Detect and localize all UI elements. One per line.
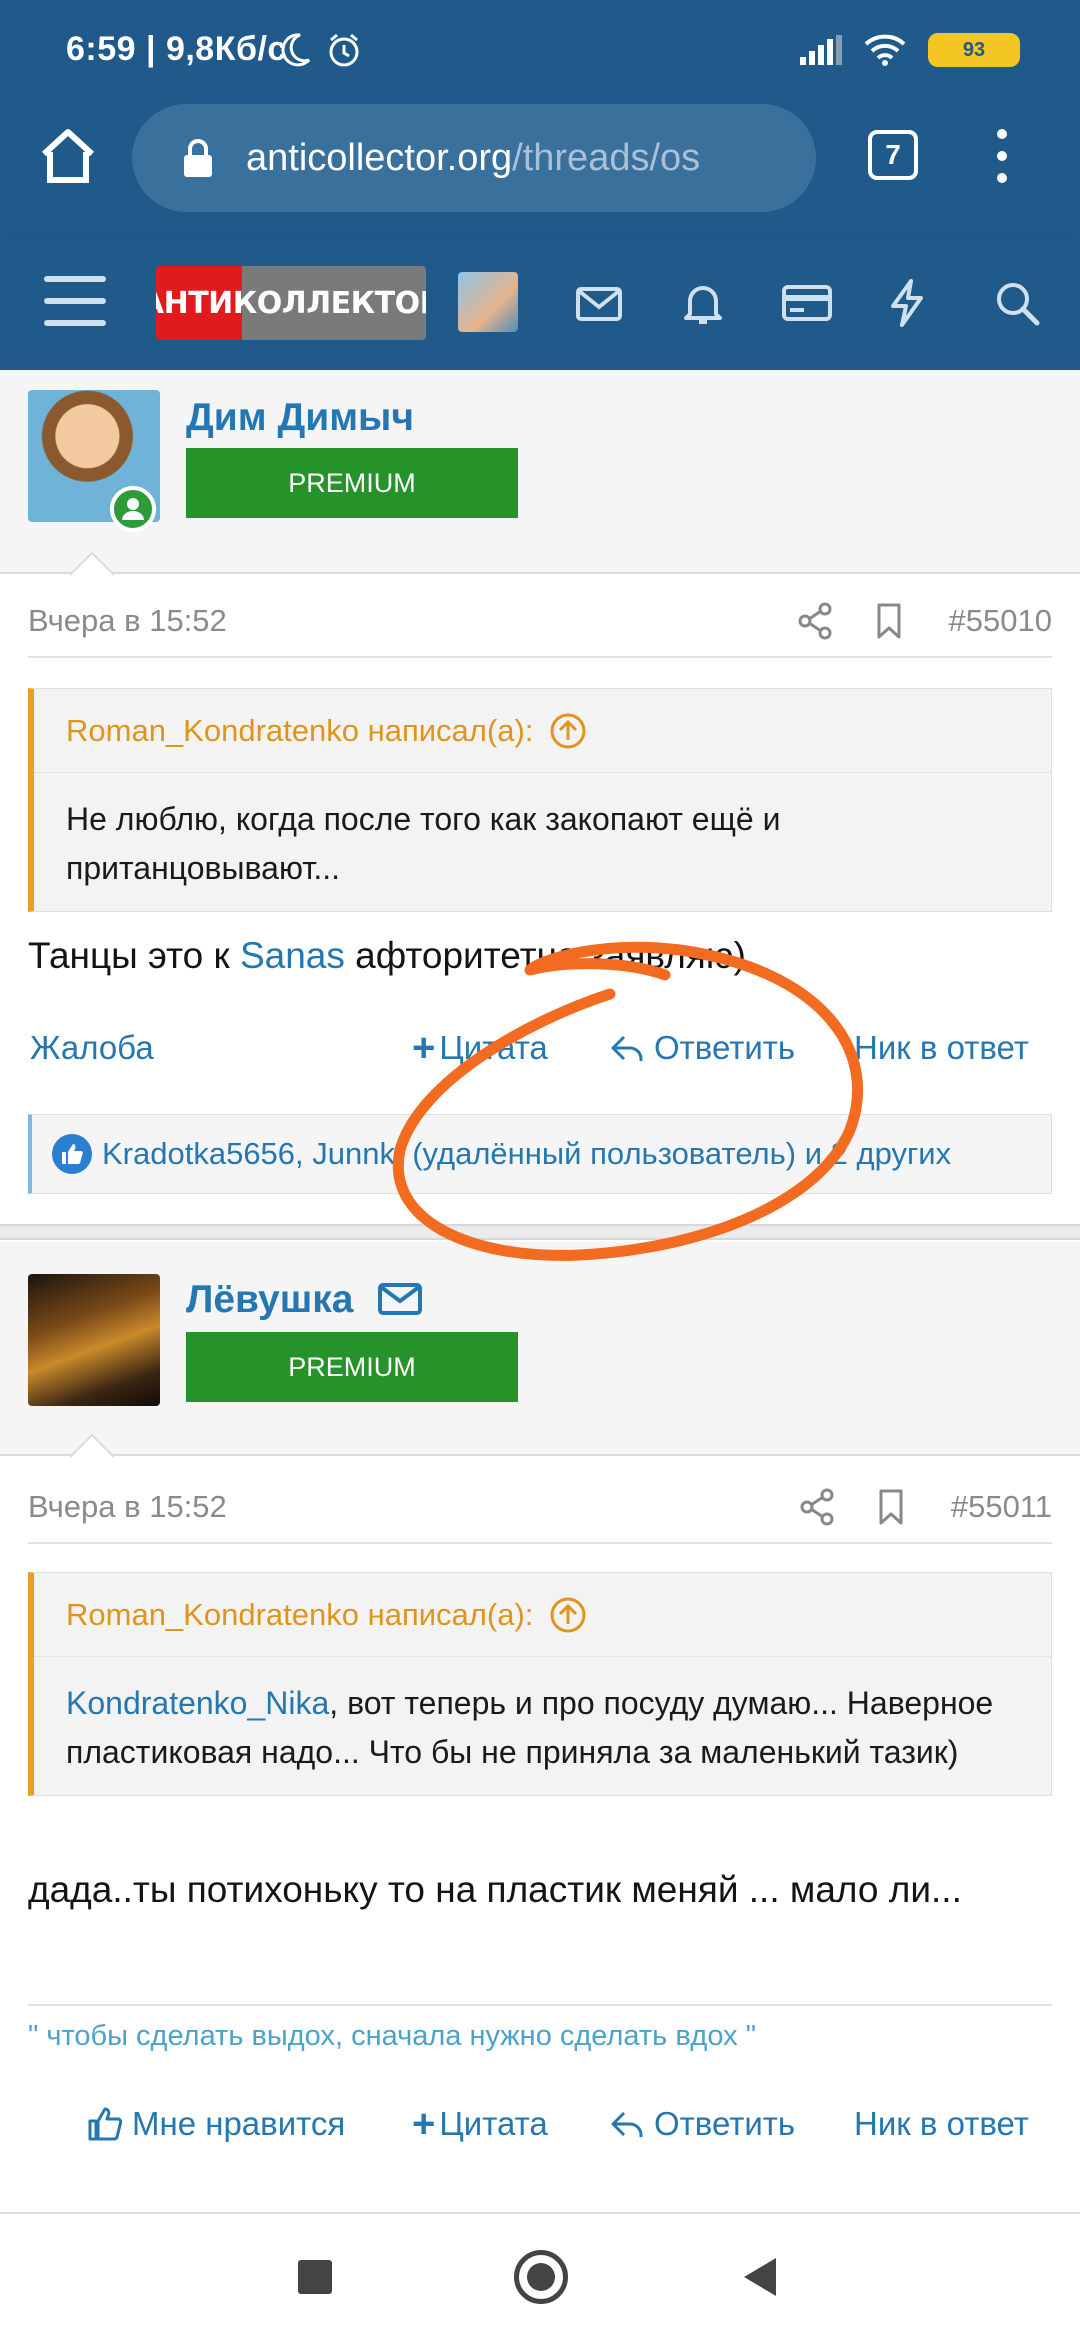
post-text-end: афторитетно заявляю) [344, 935, 746, 976]
bookmark-icon[interactable] [869, 601, 909, 641]
post-user-block: Дим Димыч PREMIUM [0, 370, 1080, 574]
browser-toolbar: anticollector.org/threads/os 7 [0, 100, 1080, 234]
bell-icon[interactable] [676, 276, 730, 330]
post-actions: Мне нравится + Цитата Ответить Ник в отве… [28, 2094, 1052, 2154]
premium-badge: PREMIUM [186, 448, 518, 518]
home-icon[interactable] [36, 124, 100, 188]
post-meta: Вчера в 15:52 #55010 [28, 586, 1052, 658]
lightning-icon[interactable] [880, 276, 934, 330]
like-label: Мне нравится [132, 2105, 346, 2142]
post-number[interactable]: #55011 [951, 1489, 1052, 1525]
signature: " чтобы сделать выдох, сначала нужно сде… [28, 2004, 1052, 2053]
quote-header[interactable]: Roman_Kondratenko написал(а): [34, 689, 1051, 773]
quote-text: Kondratenko_Nika, вот теперь и про посуд… [34, 1657, 1051, 1795]
thumbs-up-icon [52, 1134, 92, 1174]
quote-header[interactable]: Roman_Kondratenko написал(а): [34, 1573, 1051, 1657]
site-logo[interactable]: АНТИКОЛЛЕКТОР [156, 266, 426, 340]
nick-reply-label: Ник в ответ [854, 2105, 1029, 2142]
like-button[interactable]: Мне нравится [86, 2094, 345, 2154]
battery-indicator: 93 [928, 33, 1020, 67]
system-navigation-bar [0, 2212, 1080, 2340]
back-button[interactable] [742, 2256, 778, 2298]
online-status-icon [110, 486, 156, 532]
lock-icon [184, 139, 212, 177]
plus-icon: + [412, 1026, 436, 1070]
bookmark-icon[interactable] [871, 1487, 911, 1527]
reply-arrow-icon [611, 2111, 643, 2137]
username-text: Лёвушка [186, 1278, 354, 1321]
post-separator [0, 1224, 1080, 1240]
quote-author[interactable]: Roman_Kondratenko написал(а): [66, 713, 533, 749]
wifi-icon [864, 34, 906, 66]
alarm-icon [329, 33, 359, 67]
post-text: дада..ты потихоньку то на пластик меняй … [28, 1869, 962, 1910]
quote-text: Не люблю, когда после того как закопают … [66, 801, 781, 886]
nick-reply-button[interactable]: Ник в ответ [854, 2094, 1029, 2154]
post-number[interactable]: #55010 [949, 603, 1052, 639]
share-icon[interactable] [797, 1487, 837, 1527]
address-bar[interactable]: anticollector.org/threads/os [132, 104, 816, 212]
username[interactable]: Лёвушка [186, 1278, 423, 1322]
share-icon[interactable] [795, 601, 835, 641]
post-caret [70, 552, 114, 576]
site-header: АНТИКОЛЛЕКТОР [0, 234, 1080, 370]
post-meta: Вчера в 15:52 #55011 [28, 1472, 1052, 1544]
quote-block: Roman_Kondratenko написал(а): Не люблю, … [28, 688, 1052, 912]
envelope-icon[interactable] [378, 1282, 423, 1316]
quote-button[interactable]: + Цитата [412, 1018, 548, 1078]
quote-button[interactable]: + Цитата [412, 2094, 548, 2154]
post-text-start: Танцы это к [28, 935, 240, 976]
reply-arrow-icon [611, 1035, 643, 1061]
reply-label: Ответить [654, 2105, 796, 2142]
reply-button[interactable]: Ответить [608, 1018, 795, 1078]
status-time: 6:59 | 9,8Кб/с [66, 30, 287, 68]
quote-author[interactable]: Roman_Kondratenko написал(а): [66, 1597, 533, 1633]
quote-mention-link[interactable]: Kondratenko_Nika [66, 1685, 329, 1721]
mention-link[interactable]: Sanas [240, 935, 345, 976]
nick-reply-label: Ник в ответ [854, 1029, 1029, 1066]
arrow-up-circle-icon[interactable] [549, 712, 587, 750]
reply-button[interactable]: Ответить [608, 2094, 795, 2154]
likes-bar[interactable]: Kradotka5656, Junnk, (удалённый пользова… [28, 1114, 1052, 1194]
recents-button[interactable] [298, 2260, 332, 2294]
envelope-icon[interactable] [572, 276, 626, 330]
logo-text: АНТИКОЛЛЕКТОР [156, 285, 426, 321]
report-button[interactable]: Жалоба [30, 1018, 154, 1078]
search-icon[interactable] [990, 276, 1044, 330]
post-actions: Жалоба + Цитата Ответить Ник в ответ [28, 1018, 1052, 1078]
overflow-menu-icon[interactable] [990, 126, 1014, 186]
premium-badge: PREMIUM [186, 1332, 518, 1402]
post-user-block: Лёвушка PREMIUM [0, 1242, 1080, 1456]
home-button[interactable] [514, 2250, 568, 2304]
plus-icon: + [412, 2102, 436, 2146]
hamburger-menu-icon[interactable] [44, 274, 106, 328]
avatar[interactable] [28, 1274, 160, 1406]
post-date[interactable]: Вчера в 15:52 [28, 603, 761, 639]
post-caret [70, 1434, 114, 1458]
likes-text[interactable]: Kradotka5656, Junnk, (удалённый пользова… [102, 1136, 951, 1172]
arrow-up-circle-icon[interactable] [549, 1596, 587, 1634]
url-text[interactable]: anticollector.org/threads/os [246, 137, 700, 180]
post-text: Танцы это к Sanas афторитетно заявляю) [28, 928, 1052, 984]
report-label: Жалоба [30, 1029, 154, 1066]
reply-label: Ответить [654, 1029, 796, 1066]
url-path: /threads/os [512, 136, 701, 179]
url-host: anticollector.org [246, 136, 513, 179]
moon-icon [281, 33, 311, 67]
quote-label: Цитата [439, 2105, 548, 2142]
post-date[interactable]: Вчера в 15:52 [28, 1489, 763, 1525]
signal-icon [800, 35, 842, 65]
credit-card-icon[interactable] [780, 276, 834, 330]
tabs-button[interactable]: 7 [868, 130, 918, 180]
nick-reply-button[interactable]: Ник в ответ [854, 1018, 1029, 1078]
user-avatar[interactable] [458, 272, 518, 332]
status-bar: 6:59 | 9,8Кб/с 93 [0, 0, 1080, 100]
thumbs-up-icon [88, 2107, 123, 2141]
username[interactable]: Дим Димыч [186, 396, 414, 440]
quote-block: Roman_Kondratenko написал(а): Kondratenk… [28, 1572, 1052, 1796]
quote-label: Цитата [439, 1029, 548, 1066]
